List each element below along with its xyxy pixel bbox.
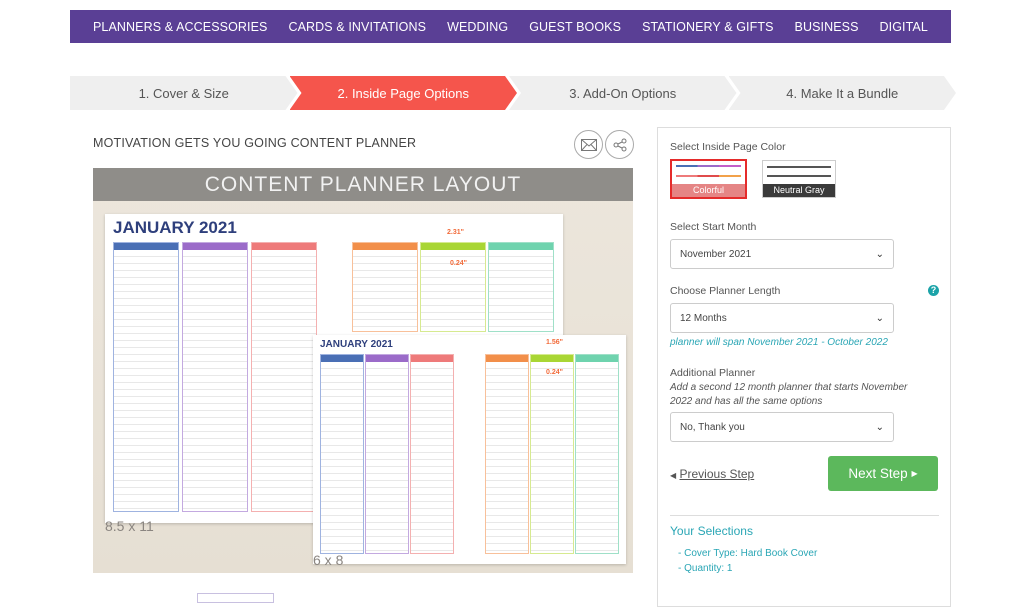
- selection-quantity: - Quantity: 1: [678, 563, 733, 574]
- caret-right-icon: ▶: [911, 469, 918, 478]
- previous-step-label: Previous Step: [679, 467, 755, 481]
- planner-length-value: 12 Months: [680, 312, 727, 324]
- additional-planner-select[interactable]: No, Thank you ⌄: [670, 412, 894, 442]
- thursday-column: [485, 354, 529, 554]
- nav-digital[interactable]: DIGITAL: [880, 20, 928, 34]
- large-size-label: 8.5 x 11: [105, 518, 154, 534]
- email-button[interactable]: [574, 130, 603, 159]
- tuesday-column: [365, 354, 409, 554]
- large-height-measure: 0.24": [450, 260, 467, 267]
- small-month: JANUARY 2021: [320, 339, 393, 350]
- nav-stationery[interactable]: STATIONERY & GIFTS: [642, 20, 773, 34]
- chevron-down-icon: ⌄: [875, 248, 884, 260]
- small-width-measure: 1.56": [546, 339, 563, 346]
- nav-guest-books[interactable]: GUEST BOOKS: [529, 20, 621, 34]
- next-step-button[interactable]: Next Step ▶: [828, 456, 938, 491]
- color-option-colorful[interactable]: Colorful: [670, 159, 747, 199]
- color-label: Select Inside Page Color: [670, 141, 786, 153]
- selections-title: Your Selections: [670, 524, 753, 538]
- nav-wedding[interactable]: WEDDING: [447, 20, 508, 34]
- share-button[interactable]: [605, 130, 634, 159]
- options-panel: Select Inside Page Color Colorful Neutra…: [657, 127, 951, 607]
- small-size-label: 6 x 8: [313, 552, 344, 568]
- chevron-down-icon: ⌄: [875, 421, 884, 433]
- image-heading: CONTENT PLANNER LAYOUT: [93, 168, 633, 201]
- monday-column: [113, 242, 179, 512]
- product-image: CONTENT PLANNER LAYOUT JANUARY 2021 2.31…: [93, 168, 633, 573]
- step-inside-page-options[interactable]: 2. Inside Page Options: [290, 76, 518, 110]
- span-note: planner will span November 2021 - Octobe…: [670, 337, 888, 348]
- nav-cards[interactable]: CARDS & INVITATIONS: [288, 20, 426, 34]
- next-step-label: Next Step: [848, 466, 908, 481]
- start-month-value: November 2021: [680, 248, 752, 260]
- step-wizard: 1. Cover & Size 2. Inside Page Options 3…: [70, 76, 948, 110]
- saturday-column: [488, 242, 554, 332]
- planner-length-select[interactable]: 12 Months ⌄: [670, 303, 894, 333]
- small-height-measure: 0.24": [546, 369, 563, 376]
- additional-planner-value: No, Thank you: [680, 421, 745, 433]
- wednesday-column: [410, 354, 454, 554]
- color-option-neutral-gray[interactable]: Neutral Gray: [762, 160, 836, 198]
- thumbnail[interactable]: [197, 593, 274, 603]
- top-nav: PLANNERS & ACCESSORIES CARDS & INVITATIO…: [70, 10, 951, 43]
- small-planner-sheet: JANUARY 2021 1.56" 0.24": [313, 335, 626, 564]
- email-icon: [580, 138, 597, 151]
- chevron-down-icon: ⌄: [875, 312, 884, 324]
- colorful-label: Colorful: [672, 184, 745, 197]
- additional-planner-label: Additional Planner: [670, 367, 756, 379]
- help-icon[interactable]: ?: [928, 285, 939, 296]
- neutral-gray-label: Neutral Gray: [763, 184, 835, 197]
- large-width-measure: 2.31": [447, 229, 464, 236]
- start-month-select[interactable]: November 2021 ⌄: [670, 239, 894, 269]
- step-add-on-options[interactable]: 3. Add-On Options: [509, 76, 737, 110]
- wednesday-column: [251, 242, 317, 512]
- nav-business[interactable]: BUSINESS: [795, 20, 859, 34]
- step-cover-size[interactable]: 1. Cover & Size: [70, 76, 298, 110]
- saturday-column: [575, 354, 619, 554]
- nav-planners[interactable]: PLANNERS & ACCESSORIES: [93, 20, 267, 34]
- share-icon: [613, 138, 626, 151]
- friday-column: [530, 354, 574, 554]
- planner-length-label: Choose Planner Length: [670, 285, 781, 297]
- selection-cover-type: - Cover Type: Hard Book Cover: [678, 548, 818, 559]
- divider: [670, 515, 939, 516]
- additional-planner-desc: Add a second 12 month planner that start…: [670, 382, 908, 407]
- previous-step-link[interactable]: ◀ Previous Step: [670, 467, 754, 481]
- monday-column: [320, 354, 364, 554]
- caret-left-icon: ◀: [670, 471, 677, 480]
- friday-column: [420, 242, 486, 332]
- tuesday-column: [182, 242, 248, 512]
- large-month: JANUARY 2021: [113, 218, 237, 237]
- start-month-label: Select Start Month: [670, 221, 757, 233]
- thursday-column: [352, 242, 418, 332]
- product-title: MOTIVATION GETS YOU GOING CONTENT PLANNE…: [93, 136, 417, 150]
- step-make-bundle[interactable]: 4. Make It a Bundle: [729, 76, 957, 110]
